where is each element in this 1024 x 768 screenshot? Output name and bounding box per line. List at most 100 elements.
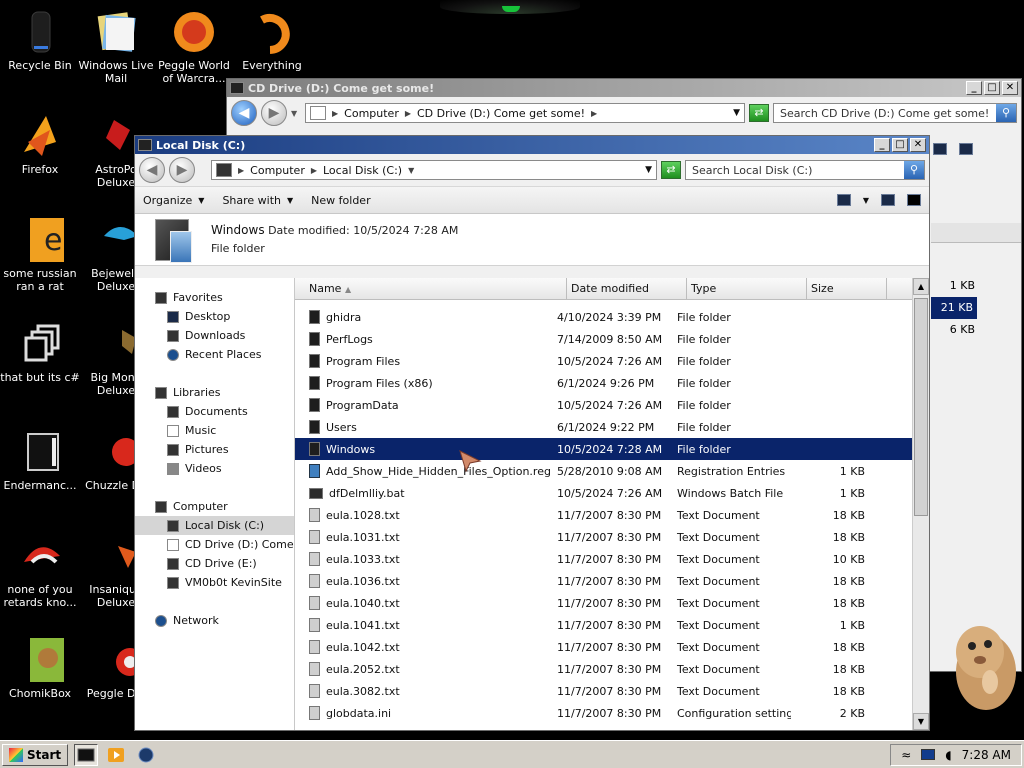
show-hidden-icons-icon[interactable]: ≈ <box>901 748 911 762</box>
breadcrumb-computer[interactable]: Computer <box>344 107 399 120</box>
file-row[interactable]: Add_Show_Hide_Hidden_Files_Option.reg 5/2… <box>295 460 929 482</box>
file-name[interactable]: eula.1041.txt <box>295 618 551 632</box>
file-name[interactable]: eula.1028.txt <box>295 508 551 522</box>
file-list[interactable]: Name ▲ Date modified Type Size ghidra 4/1… <box>295 278 929 730</box>
address-bar[interactable]: ▶ Computer ▶ Local Disk (C:) ▼ ▼ <box>211 160 657 180</box>
scroll-thumb[interactable] <box>914 298 928 516</box>
nav-downloads[interactable]: Downloads <box>135 326 294 345</box>
help-icon[interactable] <box>907 194 921 206</box>
file-row[interactable]: eula.1041.txt 11/7/2007 8:30 PM Text Docum… <box>295 614 929 636</box>
back-button[interactable]: ◀ <box>139 157 165 183</box>
nav-desktop[interactable]: Desktop <box>135 307 294 326</box>
organize-button[interactable]: Organize ▼ <box>143 194 204 207</box>
breadcrumb-separator-icon[interactable]: ▶ <box>238 166 244 175</box>
nav-computer[interactable]: Computer <box>135 497 294 516</box>
file-name[interactable]: Users <box>295 420 551 434</box>
maximize-button[interactable]: □ <box>984 81 1000 95</box>
share-with-button[interactable]: Share with ▼ <box>222 194 293 207</box>
close-button[interactable]: ✕ <box>910 138 926 152</box>
desktop-icon-firefox[interactable]: Firefox <box>0 112 80 176</box>
nav-videos[interactable]: Videos <box>135 459 294 478</box>
view-dropdown-icon[interactable]: ▼ <box>863 196 869 205</box>
cd-drive-titlebar[interactable]: CD Drive (D:) Come get some! _ □ ✕ <box>227 79 1021 97</box>
preview-pane-icon[interactable] <box>881 194 895 206</box>
file-name[interactable]: dfDelmlliy.bat <box>295 487 551 500</box>
file-row[interactable]: dfDelmlliy.bat 10/5/2024 7:26 AM Windows B… <box>295 482 929 504</box>
minimize-button[interactable]: _ <box>966 81 982 95</box>
file-name[interactable]: eula.1036.txt <box>295 574 551 588</box>
back-button[interactable]: ◀ <box>231 100 257 126</box>
navigation-pane[interactable]: Favorites Desktop Downloads Recent Place… <box>135 278 295 730</box>
local-disk-titlebar[interactable]: Local Disk (C:) _ □ ✕ <box>135 136 929 154</box>
breadcrumb-local-disk[interactable]: Local Disk (C:) <box>323 164 402 177</box>
file-name[interactable]: eula.1033.txt <box>295 552 551 566</box>
file-row[interactable]: eula.1036.txt 11/7/2007 8:30 PM Text Docum… <box>295 570 929 592</box>
desktop-icon-everything[interactable]: Everything <box>232 8 312 72</box>
column-header-date[interactable]: Date modified <box>567 278 687 299</box>
scroll-up-icon[interactable]: ▲ <box>913 278 929 295</box>
desktop-icon-windows-live-mail[interactable]: Windows Live Mail <box>76 8 156 85</box>
file-row[interactable]: ghidra 4/10/2024 3:39 PM File folder <box>295 306 929 328</box>
breadcrumb-cd-drive[interactable]: CD Drive (D:) Come get some! <box>417 107 585 120</box>
volume-icon[interactable]: ◖ <box>945 748 951 762</box>
search-icon[interactable]: ⚲ <box>904 161 924 179</box>
breadcrumb-computer[interactable]: Computer <box>250 164 305 177</box>
preview-pane-icon[interactable] <box>959 143 973 155</box>
forward-button[interactable]: ▶ <box>169 157 195 183</box>
local-disk-window[interactable]: Local Disk (C:) _ □ ✕ ◀ ▶ ▶ Computer ▶ L… <box>134 135 930 731</box>
breadcrumb-separator-icon[interactable]: ▶ <box>591 109 597 118</box>
address-dropdown-icon[interactable]: ▼ <box>645 165 652 175</box>
nav-favorites[interactable]: Favorites <box>135 288 294 307</box>
file-name[interactable]: Windows <box>295 442 551 456</box>
nav-music[interactable]: Music <box>135 421 294 440</box>
start-button[interactable]: Start <box>2 743 69 766</box>
column-header-size[interactable] <box>931 223 1021 243</box>
file-row[interactable]: eula.1033.txt 11/7/2007 8:30 PM Text Docum… <box>295 548 929 570</box>
file-name[interactable]: PerfLogs <box>295 332 551 346</box>
view-icon[interactable] <box>933 143 947 155</box>
breadcrumb-separator-icon[interactable]: ▶ <box>311 166 317 175</box>
file-name[interactable]: ProgramData <box>295 398 551 412</box>
change-view-icon[interactable] <box>836 194 851 206</box>
nav-vm-kevinsite[interactable]: VM0b0t KevinSite <box>135 573 294 592</box>
nav-cd-drive-e[interactable]: CD Drive (E:) <box>135 554 294 573</box>
history-dropdown-icon[interactable]: ▼ <box>291 109 301 118</box>
column-header-type[interactable]: Type <box>687 278 807 299</box>
file-name[interactable]: Add_Show_Hide_Hidden_Files_Option.reg <box>295 464 551 478</box>
nav-network[interactable]: Network <box>135 611 294 630</box>
search-box[interactable]: Search Local Disk (C:) ⚲ <box>685 160 925 180</box>
nav-cd-drive-d[interactable]: CD Drive (D:) Come get some! <box>135 535 294 554</box>
desktop-icon-that-but-c-sharp[interactable]: that but its c# <box>0 320 80 384</box>
file-row[interactable]: eula.2052.txt 11/7/2007 8:30 PM Text Docum… <box>295 658 929 680</box>
file-name[interactable]: eula.1040.txt <box>295 596 551 610</box>
file-name[interactable]: globdata.ini <box>295 706 551 720</box>
nav-documents[interactable]: Documents <box>135 402 294 421</box>
minimize-button[interactable]: _ <box>874 138 890 152</box>
close-button[interactable]: ✕ <box>1002 81 1018 95</box>
nav-local-disk[interactable]: Local Disk (C:) <box>135 516 294 535</box>
file-row[interactable]: eula.1028.txt 11/7/2007 8:30 PM Text Docum… <box>295 504 929 526</box>
file-row[interactable]: eula.1031.txt 11/7/2007 8:30 PM Text Docum… <box>295 526 929 548</box>
file-name[interactable]: eula.1031.txt <box>295 530 551 544</box>
desktop-icon-endermanch[interactable]: Endermanc... <box>0 428 80 492</box>
refresh-button[interactable]: ⇄ <box>661 161 681 179</box>
file-row[interactable]: Windows 10/5/2024 7:28 AM File folder <box>295 438 929 460</box>
taskbar-app-button[interactable] <box>134 744 158 766</box>
file-row[interactable]: eula.3082.txt 11/7/2007 8:30 PM Text Docum… <box>295 680 929 702</box>
forward-button[interactable]: ▶ <box>261 100 287 126</box>
breadcrumb-separator-icon[interactable]: ▶ <box>405 109 411 118</box>
file-row[interactable]: PerfLogs 7/14/2009 8:50 AM File folder <box>295 328 929 350</box>
breadcrumb-separator-icon[interactable]: ▶ <box>332 109 338 118</box>
file-row[interactable]: Users 6/1/2024 9:22 PM File folder <box>295 416 929 438</box>
file-row[interactable]: globdata.ini 11/7/2007 8:30 PM Configurati… <box>295 702 929 724</box>
file-name[interactable]: eula.2052.txt <box>295 662 551 676</box>
network-tray-icon[interactable] <box>921 749 936 760</box>
file-name[interactable]: ghidra <box>295 310 551 324</box>
nav-recent-places[interactable]: Recent Places <box>135 345 294 364</box>
column-header-size[interactable]: Size <box>807 278 887 299</box>
clock[interactable]: 7:28 AM <box>962 748 1011 762</box>
new-folder-button[interactable]: New folder <box>311 194 370 207</box>
file-name[interactable]: eula.3082.txt <box>295 684 551 698</box>
address-bar[interactable]: ▶ Computer ▶ CD Drive (D:) Come get some… <box>305 103 745 123</box>
desktop-icon-none-of-you[interactable]: none of you retards kno... <box>0 532 80 609</box>
